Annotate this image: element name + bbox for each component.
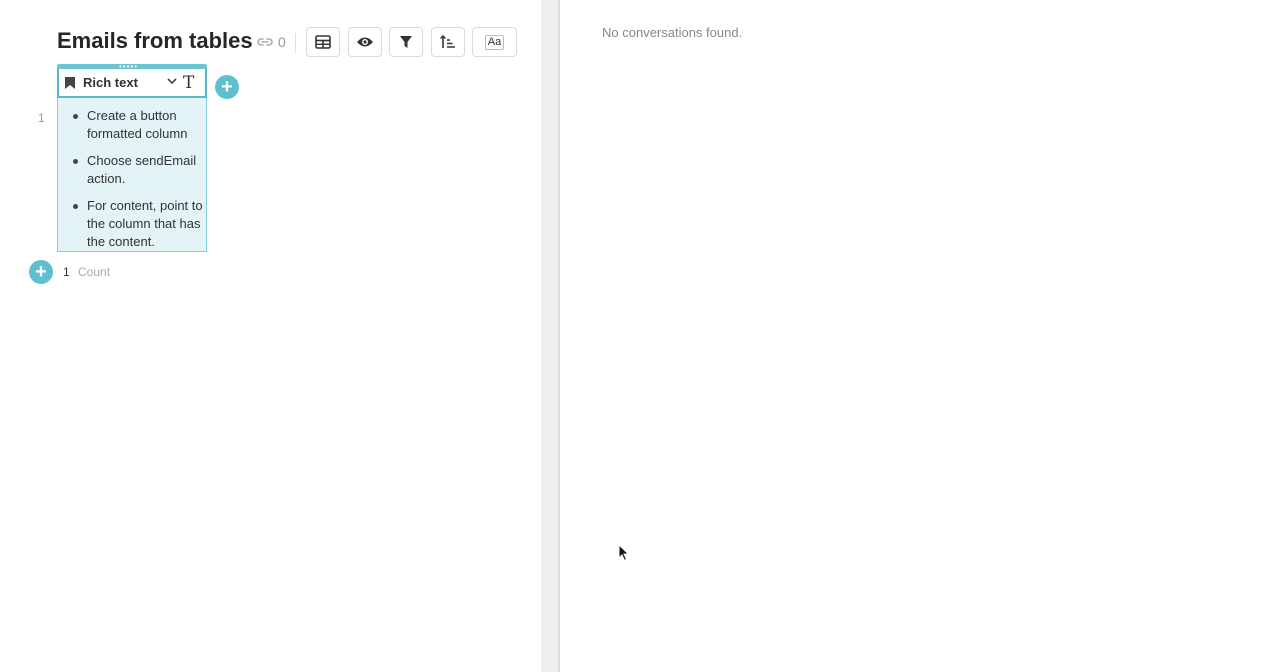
column-type-icon[interactable]: T <box>183 74 194 92</box>
add-row-button[interactable]: + <box>29 260 53 284</box>
empty-state-message: No conversations found. <box>602 25 743 40</box>
toolbar-divider <box>295 33 296 53</box>
page-title[interactable]: Emails from tables <box>57 28 253 54</box>
bookmark-icon <box>65 77 75 89</box>
column-header[interactable]: Rich text T <box>57 69 207 98</box>
eye-icon <box>357 37 373 47</box>
sort-button[interactable] <box>431 27 465 57</box>
bullet-list: Create a button formatted column Choose … <box>58 107 206 251</box>
table-icon <box>315 35 331 49</box>
filter-button[interactable] <box>389 27 423 57</box>
list-item: Choose sendEmail action. <box>73 152 206 188</box>
table-view-button[interactable] <box>306 27 340 57</box>
pane-resize-handle[interactable] <box>541 0 558 672</box>
list-item: For content, point to the column that ha… <box>73 197 206 251</box>
visibility-button[interactable] <box>348 27 382 57</box>
conversations-pane: No conversations found. <box>560 0 1270 672</box>
list-item: Create a button formatted column <box>73 107 206 143</box>
text-format-button[interactable]: Aa <box>472 27 517 57</box>
chevron-down-icon[interactable] <box>167 78 177 85</box>
link-count: 0 <box>278 34 286 50</box>
row-count: 1 <box>63 265 70 279</box>
link-icon[interactable] <box>256 35 274 49</box>
column-name: Rich text <box>83 75 138 90</box>
sort-icon <box>440 35 455 48</box>
add-column-button[interactable]: + <box>215 75 239 99</box>
filter-icon <box>400 36 412 48</box>
row-number: 1 <box>38 111 45 125</box>
rich-text-cell[interactable]: Create a button formatted column Choose … <box>57 98 207 252</box>
table-pane: Emails from tables 0 Aa ••••• Rich text … <box>0 0 541 672</box>
mouse-cursor-icon <box>618 544 630 562</box>
row-count-label: Count <box>78 265 111 279</box>
text-format-icon: Aa <box>484 34 505 50</box>
